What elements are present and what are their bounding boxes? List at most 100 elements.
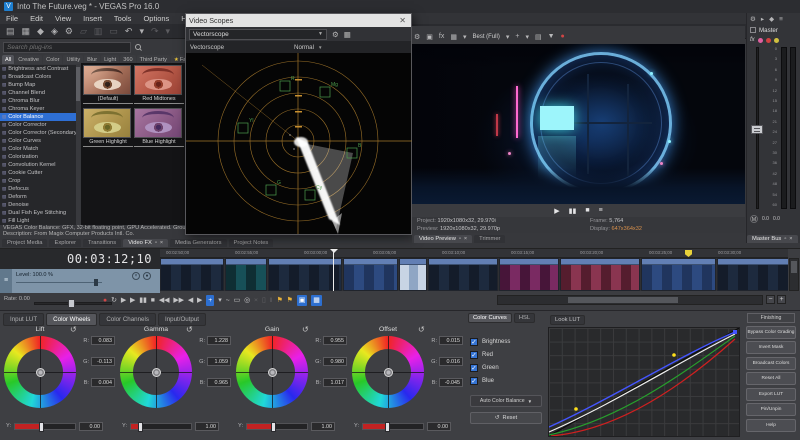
region-icon[interactable]: ⚑ xyxy=(287,295,293,306)
float-window-icon[interactable]: ▫ xyxy=(459,236,461,242)
play-icon[interactable]: ▶ xyxy=(554,207,559,215)
playhead-cap[interactable] xyxy=(330,249,338,253)
mode-dropdown-icon[interactable]: ▾ xyxy=(463,33,467,41)
channel-toggle-blue[interactable]: ✓Blue xyxy=(470,374,510,387)
reset-button[interactable]: ↺ Reset xyxy=(470,412,542,424)
y-value[interactable]: 0.00 xyxy=(427,422,451,431)
mixer-settings-icon[interactable]: ⚙ xyxy=(750,15,756,23)
preset-default[interactable]: (Default) xyxy=(83,65,133,104)
menu-insert[interactable]: Insert xyxy=(83,14,102,23)
tab-color-curves[interactable]: Color Curves xyxy=(468,313,512,323)
channel-value[interactable]: 1.228 xyxy=(207,336,231,345)
split-screen-fx-icon[interactable]: fx xyxy=(439,33,444,40)
plugin-item-color-corrector[interactable]: ▧Color Corrector xyxy=(0,121,76,129)
y-slider-handle[interactable] xyxy=(271,422,276,432)
help-button[interactable]: Help xyxy=(746,419,796,432)
volume-fader-handle[interactable] xyxy=(751,125,763,134)
look-lut-graph[interactable] xyxy=(548,327,740,437)
scope-mode-select[interactable]: Normal ▼ xyxy=(294,44,322,51)
plugin-item-broadcast-colors[interactable]: ▧Broadcast Colors xyxy=(0,73,76,81)
plugin-item-brightness-and-contrast[interactable]: ▧Brightness and Contrast xyxy=(0,65,76,73)
color-wheel[interactable] xyxy=(352,336,424,408)
broadcast-colors-button[interactable]: Broadcast Colors xyxy=(746,357,796,370)
delete-icon[interactable]: × xyxy=(254,295,258,306)
playlist-icon[interactable]: ≡ xyxy=(599,207,603,214)
zoom-in-button[interactable]: + xyxy=(777,295,786,304)
edit-tool-icon[interactable]: + xyxy=(206,295,214,306)
tab-project-media[interactable]: Project Media xyxy=(2,239,47,247)
zoom-out-button[interactable]: − xyxy=(766,295,775,304)
title-bar[interactable]: V Into The Future.veg * - VEGAS Pro 16.0 xyxy=(0,0,800,13)
tab-hsl[interactable]: HSL xyxy=(514,313,535,323)
tab-video-preview[interactable]: Video Preview▫× xyxy=(414,235,472,243)
close-icon[interactable]: × xyxy=(789,236,792,242)
wheel-handle[interactable] xyxy=(36,368,45,377)
y-value[interactable]: 1.00 xyxy=(195,422,219,431)
y-slider-handle[interactable] xyxy=(385,422,390,432)
plugin-item-color-balance[interactable]: ▧Color Balance xyxy=(0,113,76,121)
track-mute-button[interactable]: × xyxy=(132,272,140,280)
channel-value[interactable]: 1.017 xyxy=(323,378,347,387)
plugin-item-cookie-cutter[interactable]: ▧Cookie Cutter xyxy=(0,169,76,177)
channel-toggle-green[interactable]: ✓Green xyxy=(470,361,510,374)
preview-mode-icon[interactable]: ▦ xyxy=(450,33,457,41)
selection-tool-icon[interactable]: ▭ xyxy=(234,295,240,306)
zoom-tool-icon[interactable]: ◎ xyxy=(244,295,250,306)
external-monitor-icon[interactable]: ▣ xyxy=(426,33,433,41)
plugin-item-crop[interactable]: ▧Crop xyxy=(0,177,76,185)
overlay-icon[interactable]: + xyxy=(515,33,519,40)
timeline-ruler[interactable]: 00:02:50;0000:02:55;0000:03:00;0000:03:0… xyxy=(160,249,788,258)
pin-unpin-button[interactable]: Pin/Unpin xyxy=(746,403,796,416)
timeline-clip[interactable] xyxy=(268,258,342,291)
menu-edit[interactable]: Edit xyxy=(30,14,43,23)
envelope-tool-icon[interactable]: ~ xyxy=(226,295,230,306)
reset-icon[interactable]: ↺ xyxy=(70,325,77,334)
open-project-icon[interactable]: ▦ xyxy=(22,26,31,37)
plugin-item-color-match[interactable]: ▧Color Match xyxy=(0,145,76,153)
timecode-display[interactable]: 00:03:12;10 xyxy=(0,249,160,269)
preset-green-highlight[interactable]: Green Highlight xyxy=(83,108,133,147)
channel-toggle-brightness[interactable]: ✓Brightness xyxy=(470,335,510,348)
float-window-icon[interactable]: ▫ xyxy=(155,240,157,246)
render-as-icon[interactable]: ◈ xyxy=(51,26,58,37)
bypass-color-grading-button[interactable]: Bypass Color Grading xyxy=(746,326,796,339)
timeline-clip[interactable] xyxy=(641,258,716,291)
rate-slider-handle[interactable] xyxy=(68,299,75,308)
plugin-item-defocus[interactable]: ▧Defocus xyxy=(0,185,76,193)
tab-video-fx[interactable]: Video FX▫× xyxy=(123,239,168,247)
reset-icon[interactable]: ↺ xyxy=(186,325,193,334)
tab-trimmer[interactable]: Trimmer xyxy=(474,235,505,243)
record-icon[interactable]: ● xyxy=(103,295,107,306)
save-project-icon[interactable]: ◆ xyxy=(37,26,44,37)
downmix-icon[interactable]: ◆ xyxy=(769,15,774,23)
timeline-clip[interactable] xyxy=(428,258,498,291)
next-frame-icon[interactable]: ▶ xyxy=(197,295,202,306)
y-slider-handle[interactable] xyxy=(39,422,44,432)
y-slider[interactable] xyxy=(246,423,308,430)
plugin-item-chroma-blur[interactable]: ▧Chroma Blur xyxy=(0,97,76,105)
channel-value[interactable]: 0.016 xyxy=(439,357,463,366)
channel-value[interactable]: 0.980 xyxy=(323,357,347,366)
track-solo-button[interactable]: ● xyxy=(143,272,151,280)
wheel-handle[interactable] xyxy=(384,368,393,377)
plugin-search-input[interactable] xyxy=(3,42,131,53)
scope-type-select[interactable]: Vectorscope ▼ xyxy=(189,29,327,40)
plugin-item-deform[interactable]: ▧Deform xyxy=(0,193,76,201)
menu-tools[interactable]: Tools xyxy=(114,14,132,23)
tool-dropdown-icon[interactable]: ▾ xyxy=(218,295,221,306)
auto-ripple-icon[interactable]: ▦ xyxy=(311,295,321,306)
solo-icon[interactable] xyxy=(774,38,779,43)
stop-icon[interactable]: ■ xyxy=(585,207,589,214)
y-value[interactable]: 1.00 xyxy=(311,422,335,431)
menu-options[interactable]: Options xyxy=(143,14,169,23)
undo-dropdown-icon[interactable]: ▾ xyxy=(139,26,144,37)
preset-blue-highlight[interactable]: Blue Highlight xyxy=(134,108,184,147)
timeline-clip[interactable] xyxy=(717,258,788,291)
scope-update-icon[interactable]: ▦ xyxy=(344,30,351,39)
redo-dropdown-icon[interactable]: ▾ xyxy=(166,26,171,37)
channel-value[interactable]: 0.015 xyxy=(439,336,463,345)
wheel-handle[interactable] xyxy=(152,368,161,377)
color-wheel[interactable] xyxy=(236,336,308,408)
insert-bus-icon[interactable]: ▸ xyxy=(761,15,764,23)
y-slider[interactable] xyxy=(14,423,76,430)
